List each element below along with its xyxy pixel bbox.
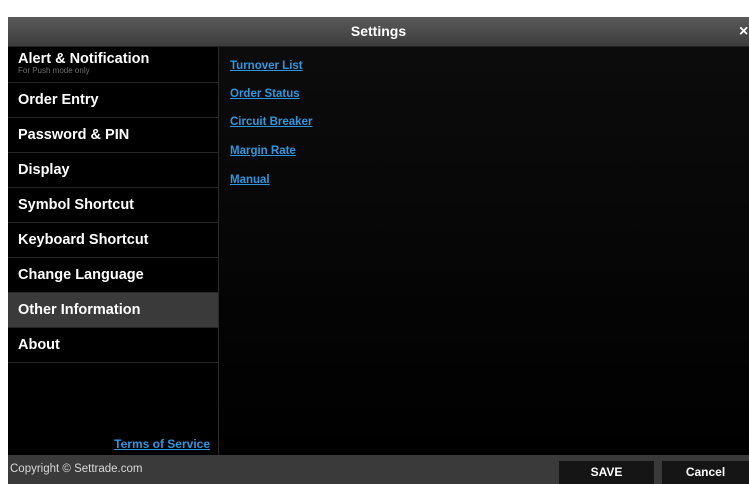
- sidebar-item-label: Alert & Notification: [18, 51, 150, 67]
- sidebar-item-label: Keyboard Shortcut: [18, 232, 149, 248]
- sidebar-item-sublabel: For Push mode only: [18, 66, 90, 75]
- sidebar-item-display[interactable]: Display: [8, 153, 218, 188]
- dialog-title: Settings: [350, 23, 407, 39]
- sidebar-item-symbol-shortcut[interactable]: Symbol Shortcut: [8, 188, 218, 223]
- sidebar-item-order-entry[interactable]: Order Entry: [8, 83, 218, 118]
- sidebar-item-alert-notification[interactable]: Alert & Notification For Push mode only: [8, 47, 218, 83]
- sidebar-item-label: About: [18, 337, 60, 353]
- sidebar-item-other-information[interactable]: Other Information: [8, 293, 218, 328]
- sidebar-item-label: Other Information: [18, 302, 141, 318]
- settings-sidebar: Alert & Notification For Push mode only …: [8, 47, 219, 455]
- circuit-breaker-link[interactable]: Circuit Breaker: [230, 116, 312, 128]
- order-status-link[interactable]: Order Status: [230, 88, 300, 100]
- cancel-button[interactable]: Cancel: [662, 461, 749, 484]
- sidebar-item-label: Order Entry: [18, 92, 99, 108]
- sidebar-item-label: Display: [18, 162, 70, 178]
- sidebar-item-label: Password & PIN: [18, 127, 130, 143]
- margin-rate-link[interactable]: Margin Rate: [230, 145, 296, 157]
- turnover-list-link[interactable]: Turnover List: [230, 60, 303, 72]
- information-panel: Turnover List Order Status Circuit Break…: [219, 47, 749, 455]
- sidebar-item-password-pin[interactable]: Password & PIN: [8, 118, 218, 153]
- sidebar-item-label: Symbol Shortcut: [18, 197, 135, 213]
- title-bar: Settings ×: [8, 17, 749, 47]
- sidebar-item-label: Change Language: [18, 267, 144, 283]
- sidebar-item-about[interactable]: About: [8, 328, 218, 363]
- sidebar-item-change-language[interactable]: Change Language: [8, 258, 218, 293]
- manual-link[interactable]: Manual: [230, 174, 270, 186]
- close-icon[interactable]: ×: [739, 17, 749, 46]
- settings-dialog: Settings × Alert & Notification For Push…: [8, 17, 749, 484]
- sidebar-item-keyboard-shortcut[interactable]: Keyboard Shortcut: [8, 223, 218, 258]
- save-button[interactable]: SAVE: [559, 461, 654, 484]
- copyright-text: Copyright © Settrade.com: [10, 463, 143, 475]
- terms-of-service-link[interactable]: Terms of Service: [114, 437, 210, 451]
- footer-bar: Copyright © Settrade.com SAVE Cancel: [8, 455, 749, 484]
